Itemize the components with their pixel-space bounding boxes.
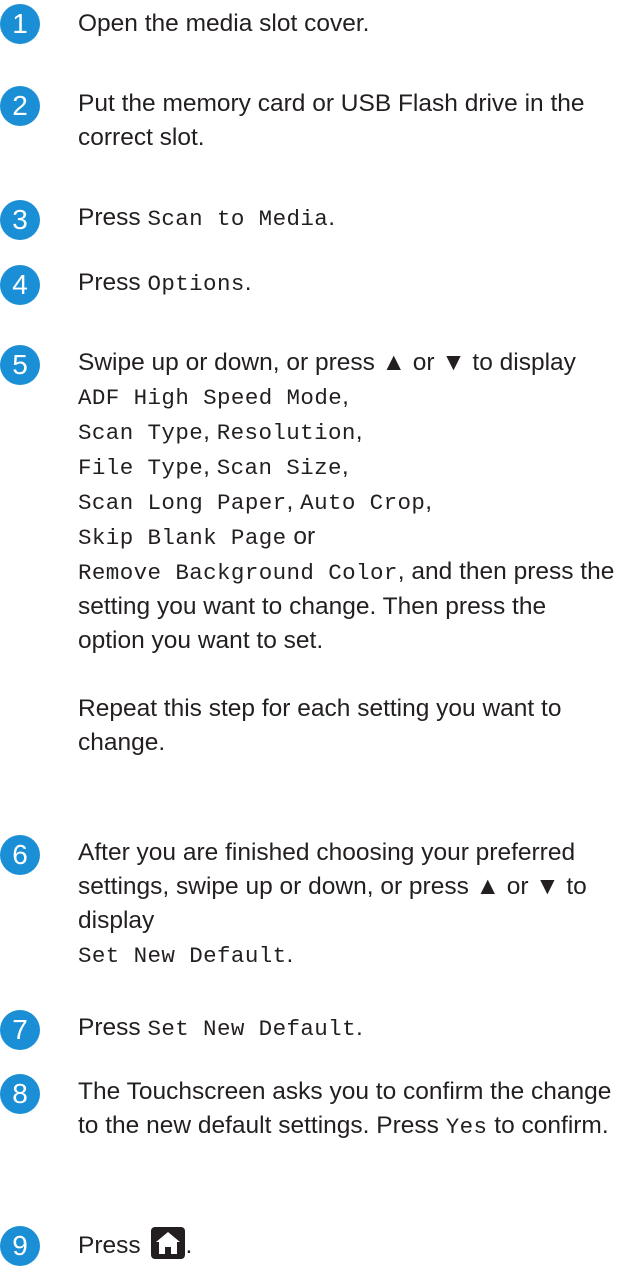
skip-blank-page-option: Skip Blank Page bbox=[78, 525, 287, 551]
yes-option: Yes bbox=[445, 1114, 488, 1140]
auto-crop-option: Auto Crop bbox=[300, 490, 426, 516]
resolution-option: Resolution bbox=[216, 420, 356, 446]
step-text: The Touchscreen asks you to confirm the … bbox=[78, 1075, 615, 1144]
step-number: 6 bbox=[0, 835, 40, 875]
set-new-default-option: Set New Default bbox=[78, 943, 287, 969]
or-word: or bbox=[293, 523, 316, 550]
step-text: Press Set New Default. bbox=[78, 1011, 615, 1046]
press-label: Press bbox=[376, 1112, 439, 1139]
step-text: After you are finished choosing your pre… bbox=[78, 836, 615, 973]
step-number: 1 bbox=[0, 4, 40, 44]
options-option: Options bbox=[147, 271, 245, 297]
press-label: Press bbox=[78, 1014, 141, 1041]
adf-high-speed-option: ADF High Speed Mode bbox=[78, 385, 343, 411]
home-icon bbox=[151, 1227, 186, 1259]
step-text: Press Options. bbox=[78, 266, 615, 301]
scan-long-paper-option: Scan Long Paper bbox=[78, 490, 287, 516]
step-5-repeat: Repeat this step for each setting you wa… bbox=[78, 695, 562, 756]
period: . bbox=[328, 204, 335, 231]
press-label: Press bbox=[78, 269, 141, 296]
step-5-paragraph: Swipe up or down, or press ▲ or ▼ to dis… bbox=[78, 349, 615, 654]
step-text: Open the media slot cover. bbox=[78, 7, 615, 41]
step-text: Press . bbox=[78, 1227, 615, 1263]
step-1-text: Open the media slot cover. bbox=[78, 10, 370, 37]
step-number: 7 bbox=[0, 1010, 40, 1050]
period: . bbox=[244, 269, 252, 296]
set-new-default-option: Set New Default bbox=[147, 1016, 356, 1042]
period: . bbox=[185, 1232, 193, 1259]
step-number: 3 bbox=[0, 200, 40, 240]
period: . bbox=[356, 1014, 363, 1041]
step-number: 8 bbox=[0, 1074, 40, 1114]
step-number: 2 bbox=[0, 86, 40, 126]
remove-background-option: Remove Background Color bbox=[78, 560, 398, 586]
step-text: Press Scan to Media. bbox=[78, 201, 615, 236]
file-type-option: File Type bbox=[78, 455, 204, 481]
step-5-intro: Swipe up or down, or press ▲ or ▼ to dis… bbox=[78, 349, 576, 376]
scan-to-media-option: Scan to Media bbox=[147, 206, 329, 232]
and-word: and bbox=[411, 558, 453, 585]
step-number: 5 bbox=[0, 345, 40, 385]
period: . bbox=[286, 941, 294, 968]
step-number: 9 bbox=[0, 1226, 40, 1266]
step-2-text: Put the memory card or USB Flash drive i… bbox=[78, 90, 585, 151]
step-8-suffix: to confirm. bbox=[494, 1112, 609, 1139]
scan-size-option: Scan Size bbox=[216, 455, 342, 481]
press-label: Press bbox=[78, 1232, 141, 1259]
step-6-text: After you are finished choosing your pre… bbox=[78, 839, 587, 934]
step-number: 4 bbox=[0, 265, 40, 305]
step-text: Put the memory card or USB Flash drive i… bbox=[78, 87, 615, 155]
scan-type-option: Scan Type bbox=[78, 420, 204, 446]
press-label: Press bbox=[78, 204, 141, 231]
step-text: Swipe up or down, or press ▲ or ▼ to dis… bbox=[78, 346, 615, 760]
